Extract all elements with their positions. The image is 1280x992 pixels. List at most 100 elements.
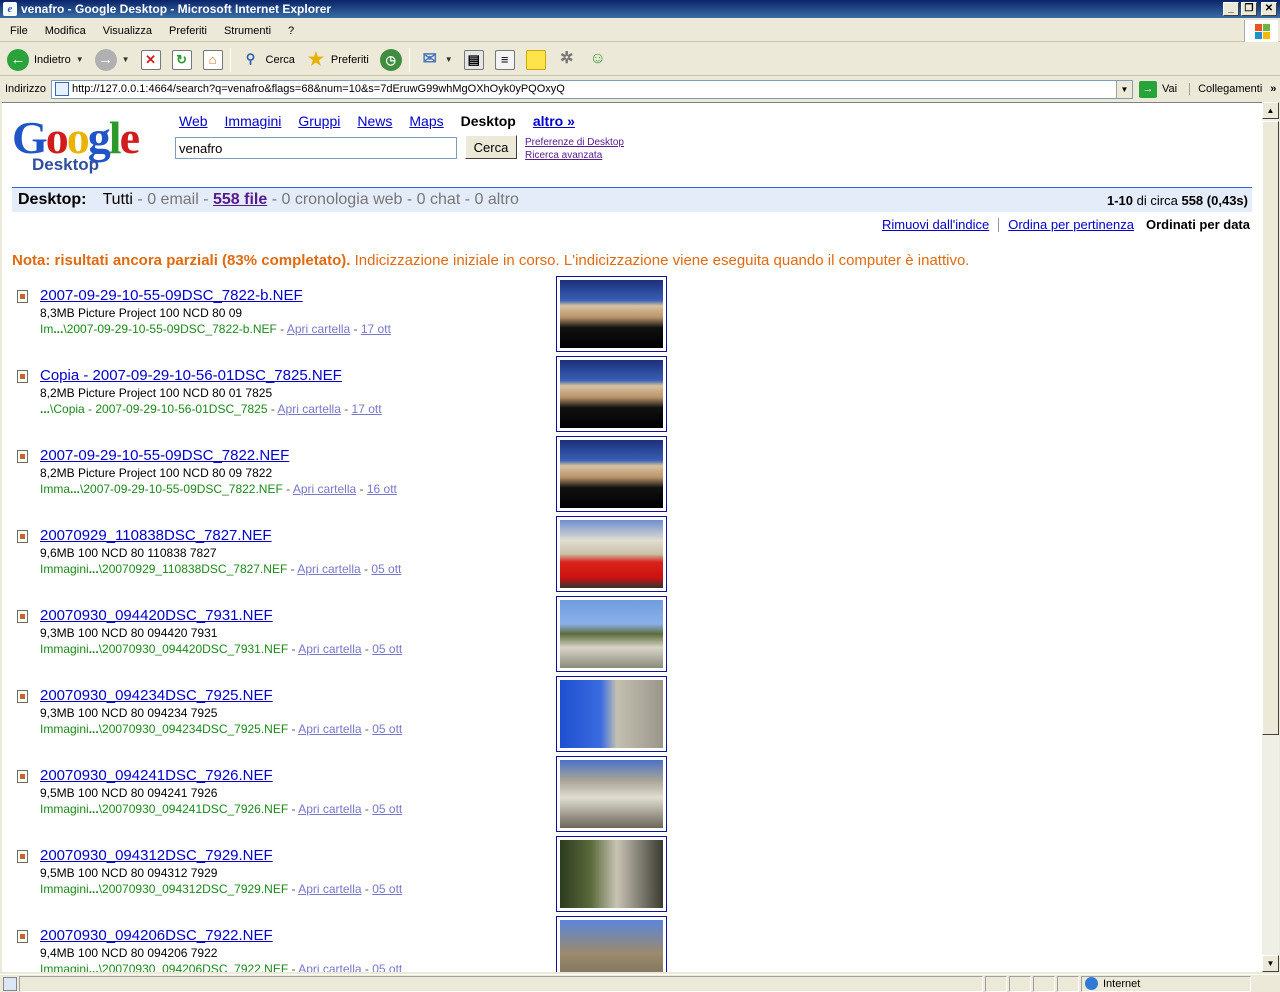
date-link[interactable]: 05 ott [372, 642, 402, 656]
forward-dropdown-icon[interactable]: ▼ [122, 55, 130, 64]
stop-button[interactable]: ✕ [137, 46, 165, 74]
menu-help[interactable]: ? [278, 25, 301, 37]
back-dropdown-icon[interactable]: ▼ [76, 55, 84, 64]
category-history: 0 cronologia web [281, 191, 403, 208]
tab-maps[interactable]: Maps [409, 113, 443, 129]
date-link[interactable]: 17 ott [352, 402, 382, 416]
sort-relevance-link[interactable]: Ordina per pertinenza [1008, 217, 1134, 232]
search-submit-button[interactable]: Cerca [465, 135, 517, 159]
tab-web[interactable]: Web [179, 113, 208, 129]
menu-preferiti[interactable]: Preferiti [159, 25, 214, 37]
result-title-link[interactable]: 20070930_094241DSC_7926.NEF [40, 767, 273, 784]
forward-button[interactable]: → ▼ [91, 46, 134, 74]
result-thumbnail[interactable] [556, 836, 667, 912]
logo-sub: Desktop [32, 155, 100, 174]
restore-button[interactable]: ❐ [1241, 2, 1257, 16]
open-folder-link[interactable]: Apri cartella [298, 722, 361, 736]
open-folder-link[interactable]: Apri cartella [298, 962, 361, 972]
open-folder-link[interactable]: Apri cartella [293, 482, 356, 496]
result-title-link[interactable]: 20070930_094312DSC_7929.NEF [40, 847, 273, 864]
result-thumbnail[interactable] [556, 436, 667, 512]
advanced-search-link[interactable]: Ricerca avanzata [525, 149, 624, 162]
close-button[interactable]: ✕ [1261, 2, 1277, 16]
date-link[interactable]: 16 ott [367, 482, 397, 496]
separator: - [267, 402, 278, 416]
mail-button[interactable]: ✉ ▼ [416, 46, 457, 74]
history-button[interactable]: ◷ [376, 46, 406, 74]
date-link[interactable]: 05 ott [371, 562, 401, 576]
favorites-button[interactable]: ★ Preferiti [302, 46, 373, 74]
address-url[interactable]: http://127.0.0.1:4664/search?q=venafro&f… [72, 83, 1116, 95]
menu-visualizza[interactable]: Visualizza [93, 25, 159, 37]
messenger-button[interactable]: ☺ [584, 46, 612, 74]
tab-more[interactable]: altro » [533, 113, 575, 129]
home-button[interactable]: ⌂ [199, 46, 227, 74]
result-thumbnail[interactable] [556, 756, 667, 832]
google-desktop-logo[interactable]: Google Desktop [12, 115, 162, 177]
date-link[interactable]: 05 ott [372, 962, 402, 972]
result-thumbnail[interactable] [556, 276, 667, 352]
back-button[interactable]: ← Indietro ▼ [3, 46, 88, 74]
links-more-icon[interactable]: » [1270, 83, 1276, 95]
status-cell [985, 975, 1007, 992]
mail-dropdown-icon[interactable]: ▼ [445, 55, 453, 64]
remove-from-index-link[interactable]: Rimuovi dall'indice [882, 217, 989, 232]
links-toolbar[interactable]: Collegamenti » [1189, 83, 1276, 95]
result-thumbnail[interactable] [556, 516, 667, 592]
result-path: Immagini...\20070930_094234DSC_7925.NEF … [40, 722, 402, 736]
refresh-button[interactable]: ↻ [168, 46, 196, 74]
discuss-button[interactable] [522, 46, 550, 74]
result-title-link[interactable]: 20070930_094420DSC_7931.NEF [40, 607, 273, 624]
date-link[interactable]: 05 ott [372, 722, 402, 736]
result-range: 1-10 [1107, 192, 1134, 208]
edit-button[interactable]: ≡ [491, 46, 519, 74]
menu-file[interactable]: File [0, 25, 35, 37]
partial-results-notice: Nota: risultati ancora parziali (83% com… [12, 252, 969, 269]
result-title-link[interactable]: Copia - 2007-09-29-10-56-01DSC_7825.NEF [40, 367, 342, 384]
separator: - [287, 562, 298, 576]
result-thumbnail[interactable] [556, 916, 667, 972]
address-dropdown-icon[interactable]: ▼ [1116, 80, 1132, 98]
open-folder-link[interactable]: Apri cartella [298, 882, 361, 896]
search-icon: ⚲ [245, 50, 256, 66]
toolbar-separator [408, 47, 410, 72]
search-button[interactable]: ⚲ Cerca [237, 46, 299, 74]
search-label: Cerca [265, 53, 295, 66]
address-field[interactable]: http://127.0.0.1:4664/search?q=venafro&f… [51, 79, 1133, 99]
vertical-scrollbar[interactable]: ▲ ▼ [1262, 102, 1279, 972]
open-folder-link[interactable]: Apri cartella [298, 642, 361, 656]
go-button[interactable]: → Vai [1139, 80, 1177, 98]
open-folder-link[interactable]: Apri cartella [278, 402, 341, 416]
result-thumbnail[interactable] [556, 676, 667, 752]
open-folder-link[interactable]: Apri cartella [287, 322, 350, 336]
result-title-link[interactable]: 20070929_110838DSC_7827.NEF [40, 527, 272, 544]
result-title-link[interactable]: 2007-09-29-10-55-09DSC_7822-b.NEF [40, 287, 303, 304]
search-input[interactable] [175, 137, 457, 159]
desktop-preferences-link[interactable]: Preferenze di Desktop [525, 136, 624, 149]
result-title-link[interactable]: 2007-09-29-10-55-09DSC_7822.NEF [40, 447, 289, 464]
minimize-button[interactable]: _ [1223, 2, 1239, 16]
scroll-thumb[interactable] [1262, 121, 1279, 735]
menu-modifica[interactable]: Modifica [35, 25, 93, 37]
date-link[interactable]: 05 ott [372, 882, 402, 896]
category-files-link[interactable]: 558 file [213, 191, 267, 209]
scroll-up-icon[interactable]: ▲ [1262, 102, 1279, 119]
date-link[interactable]: 17 ott [361, 322, 391, 336]
refresh-icon: ↻ [171, 49, 192, 70]
open-folder-link[interactable]: Apri cartella [297, 562, 360, 576]
print-button[interactable]: ▤ [460, 46, 488, 74]
tab-immagini[interactable]: Immagini [225, 113, 282, 129]
tab-gruppi[interactable]: Gruppi [298, 113, 340, 129]
path-file: \20070930_094234DSC_7925.NEF [98, 722, 289, 736]
result-thumbnail[interactable] [556, 596, 667, 672]
result-thumbnail[interactable] [556, 356, 667, 432]
result-title-link[interactable]: 20070930_094206DSC_7922.NEF [40, 927, 273, 944]
open-folder-link[interactable]: Apri cartella [298, 802, 361, 816]
menu-strumenti[interactable]: Strumenti [214, 25, 278, 37]
side-links: Preferenze di Desktop Ricerca avanzata [525, 136, 624, 162]
research-button[interactable]: ✲ [553, 46, 581, 74]
tab-news[interactable]: News [357, 113, 392, 129]
result-title-link[interactable]: 20070930_094234DSC_7925.NEF [40, 687, 273, 704]
date-link[interactable]: 05 ott [372, 802, 402, 816]
scroll-down-icon[interactable]: ▼ [1262, 955, 1279, 972]
